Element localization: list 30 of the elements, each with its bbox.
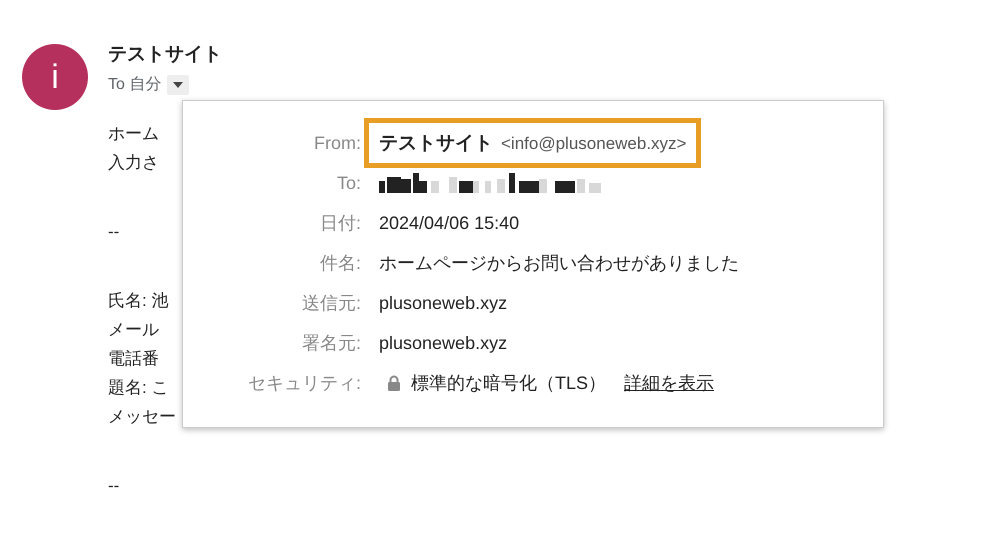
detail-label: セキュリティ: <box>246 372 361 395</box>
body-text-line: 入力さ <box>108 152 159 174</box>
detail-label: 日付: <box>318 212 361 235</box>
lock-icon <box>387 375 401 391</box>
body-text-line: -- <box>108 221 120 243</box>
sender-name: テストサイト <box>379 132 493 156</box>
body-text-line: 氏名: 池 <box>108 290 168 312</box>
body-text-line: 題名: こ <box>108 377 168 399</box>
detail-value: ホームページからお問い合わせがありました <box>379 252 739 275</box>
detail-label: 送信元: <box>300 292 361 315</box>
detail-value: plusoneweb.xyz <box>379 292 508 314</box>
details-toggle-button[interactable] <box>167 74 190 94</box>
detail-value: plusoneweb.xyz <box>379 332 508 354</box>
caret-icon <box>173 82 184 88</box>
detail-label: 件名: <box>318 252 361 275</box>
sender-name: テストサイト <box>108 43 222 67</box>
sender-address: <info@plusoneweb.xyz> <box>501 134 686 154</box>
detail-label: From: <box>313 132 361 155</box>
body-text-line: メッセー <box>108 406 176 428</box>
avatar: i <box>22 44 88 110</box>
body-text-line: 電話番 <box>108 348 159 370</box>
body-text-line: -- <box>108 475 120 497</box>
detail-label: To: <box>336 172 361 195</box>
detail-value: 標準的な暗号化（TLS） <box>411 372 606 395</box>
detail-label: 署名元: <box>300 332 361 355</box>
recipient-label: To 自分 <box>108 75 162 95</box>
details-link[interactable]: 詳細を表示 <box>624 371 714 395</box>
detail-value: 2024/04/06 15:40 <box>379 212 520 234</box>
body-text-line: メール <box>108 319 159 341</box>
body-text-line: ホーム <box>108 123 159 145</box>
